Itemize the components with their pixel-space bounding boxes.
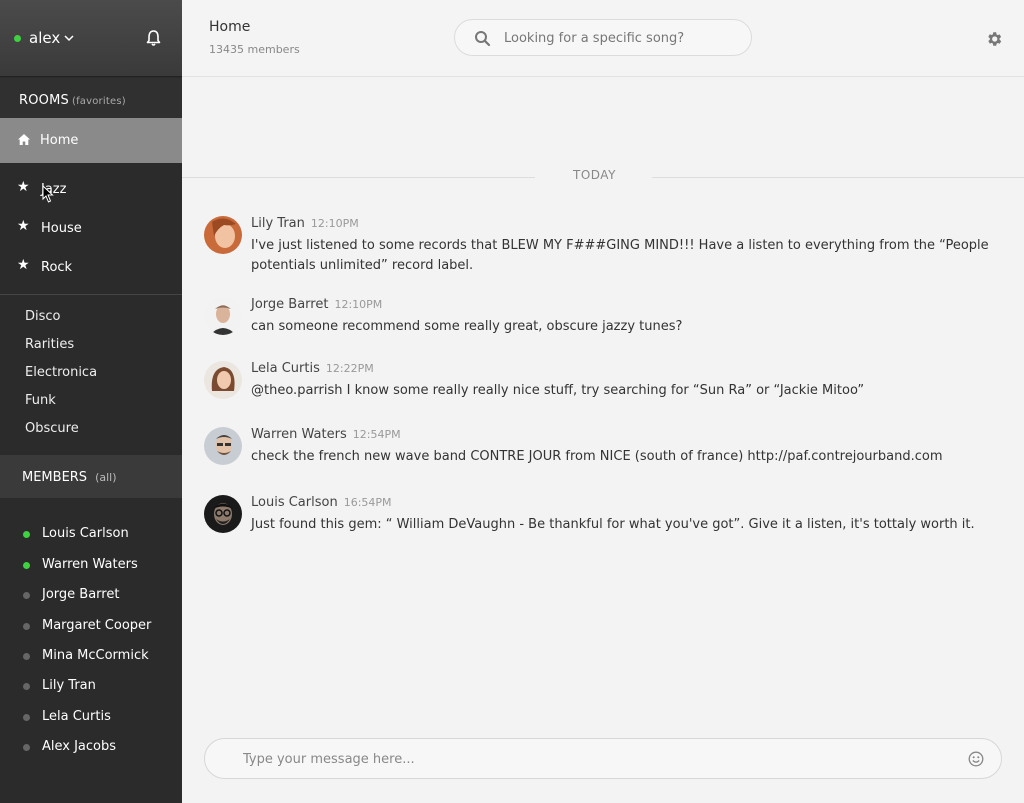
message-time: 16:54PM <box>343 496 392 509</box>
member-item[interactable]: Lily Tran <box>0 674 182 698</box>
star-icon: ★ <box>17 218 30 234</box>
rooms-header: ROOMS (favorites) <box>0 78 182 118</box>
avatar[interactable] <box>204 216 242 254</box>
avatar[interactable] <box>204 427 242 465</box>
rooms-title: ROOMS <box>19 93 69 108</box>
room-members-count[interactable]: 13435 members <box>209 43 300 56</box>
home-icon <box>18 134 30 145</box>
message-text: check the french new wave band CONTRE JO… <box>251 449 943 464</box>
message-time: 12:54PM <box>352 428 401 441</box>
member-item[interactable]: Mina McCormick <box>0 644 182 668</box>
room-item-obscure[interactable]: Obscure <box>25 421 79 436</box>
offline-status-dot <box>23 653 30 660</box>
offline-status-dot <box>23 744 30 751</box>
search-icon <box>475 31 491 47</box>
member-name: Lela Curtis <box>42 709 111 724</box>
member-name: Alex Jacobs <box>42 739 117 754</box>
message-text: @theo.parrish I know some really really … <box>251 383 865 398</box>
room-item-house[interactable]: ★ House <box>0 212 182 246</box>
room-item-home[interactable]: Home <box>0 118 182 163</box>
member-name: Warren Waters <box>42 557 138 572</box>
avatar[interactable] <box>204 297 242 335</box>
sidebar-divider <box>0 294 182 295</box>
search-input[interactable] <box>504 29 734 47</box>
room-item-rarities[interactable]: Rarities <box>25 337 74 352</box>
member-name: Mina McCormick <box>42 648 149 663</box>
room-label: House <box>41 221 82 236</box>
message-author[interactable]: Warren Waters <box>251 427 347 442</box>
members-subtitle[interactable]: (all) <box>95 471 116 484</box>
room-item-funk[interactable]: Funk <box>25 393 56 408</box>
room-item-disco[interactable]: Disco <box>25 309 61 324</box>
smiley-icon[interactable] <box>968 751 984 767</box>
bell-icon[interactable] <box>145 29 162 47</box>
message-author[interactable]: Lily Tran <box>251 216 305 231</box>
day-divider: TODAY <box>182 168 1024 184</box>
member-item[interactable]: Warren Waters <box>0 553 182 577</box>
message-author[interactable]: Jorge Barret <box>251 297 328 312</box>
message-text: I've just listened to some records that … <box>251 238 989 273</box>
member-name: Jorge Barret <box>42 587 120 602</box>
message-composer[interactable] <box>204 738 1002 779</box>
offline-status-dot <box>23 592 30 599</box>
message-list[interactable]: TODAY Lily Tran 12:10PM I've just listene… <box>182 78 1024 728</box>
message-time: 12:10PM <box>310 217 359 230</box>
member-name: Lily Tran <box>42 678 96 693</box>
room-title: Home <box>209 19 251 35</box>
members-header: MEMBERS (all) <box>0 455 182 498</box>
avatar[interactable] <box>204 495 242 533</box>
rooms-subtitle: (favorites) <box>71 96 126 107</box>
member-item[interactable]: Jorge Barret <box>0 583 182 607</box>
star-icon: ★ <box>17 257 30 273</box>
message-time: 12:10PM <box>334 298 383 311</box>
offline-status-dot <box>23 714 30 721</box>
day-label: TODAY <box>573 168 616 182</box>
member-item[interactable]: Lela Curtis <box>0 705 182 729</box>
room-header: Home 13435 members <box>182 0 1024 77</box>
online-status-dot <box>23 531 30 538</box>
message-text: Just found this gem: “ William DeVaughn … <box>251 517 975 532</box>
online-status-dot <box>23 562 30 569</box>
star-icon: ★ <box>17 179 30 195</box>
message-input[interactable] <box>243 750 943 768</box>
offline-status-dot <box>23 623 30 630</box>
room-item-rock[interactable]: ★ Rock <box>0 251 182 285</box>
room-item-jazz[interactable]: ★ Jazz <box>0 173 182 207</box>
member-item[interactable]: Alex Jacobs <box>0 735 182 759</box>
room-item-electronica[interactable]: Electronica <box>25 365 97 380</box>
search-box[interactable] <box>454 19 752 56</box>
member-item[interactable]: Louis Carlson <box>0 522 182 546</box>
gear-icon[interactable] <box>985 30 1003 48</box>
avatar[interactable] <box>204 361 242 399</box>
offline-status-dot <box>23 683 30 690</box>
members-title: MEMBERS <box>22 470 88 485</box>
room-label: Jazz <box>41 182 67 197</box>
message-time: 12:22PM <box>325 362 374 375</box>
message-author[interactable]: Lela Curtis <box>251 361 320 376</box>
member-name: Louis Carlson <box>42 526 129 541</box>
member-name: Margaret Cooper <box>42 618 152 633</box>
message-author[interactable]: Louis Carlson <box>251 495 338 510</box>
room-label-home: Home <box>40 133 79 148</box>
user-status-dot <box>14 35 21 42</box>
user-name[interactable]: alex <box>29 29 60 47</box>
room-label: Rock <box>41 260 73 275</box>
sidebar: alex ROOMS (favorites) Home ★ Jazz ★ Hous… <box>0 0 182 803</box>
message-text: can someone recommend some really great,… <box>251 319 683 334</box>
chevron-down-icon[interactable] <box>64 33 74 43</box>
user-bar: alex <box>0 0 182 77</box>
member-item[interactable]: Margaret Cooper <box>0 614 182 638</box>
